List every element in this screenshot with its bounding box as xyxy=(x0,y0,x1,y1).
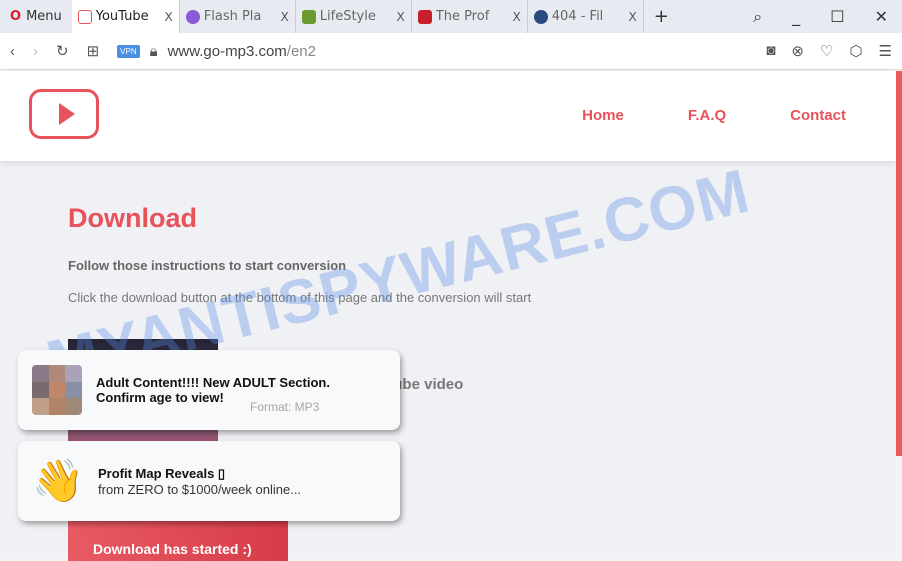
close-tab-icon[interactable]: X xyxy=(629,10,637,24)
opera-logo-icon: O xyxy=(10,9,22,24)
heart-icon[interactable]: ♡ xyxy=(820,42,833,60)
back-icon[interactable]: ‹ xyxy=(10,43,15,60)
notification-profit[interactable]: 👋 Profit Map Reveals ▯ from ZERO to $1000… xyxy=(18,441,400,521)
leaf-icon xyxy=(301,9,316,24)
adblock-icon[interactable]: ⊗ xyxy=(791,42,804,60)
tab-youtube[interactable]: YouTube X xyxy=(71,0,180,33)
pixelated-image-icon xyxy=(32,365,82,415)
download-button[interactable]: Download has started :) xyxy=(68,521,288,561)
opera-menu[interactable]: O Menu xyxy=(0,0,72,33)
forward-icon[interactable]: › xyxy=(33,43,38,60)
waving-hand-icon: 👋 xyxy=(32,456,85,504)
notification-adult[interactable]: Adult Content!!!! New ADULT Section. Conf… xyxy=(18,350,400,430)
cart-icon xyxy=(417,9,432,24)
play-icon xyxy=(185,9,200,24)
tab-404[interactable]: 404 - Fil X xyxy=(528,0,644,33)
tab-flash[interactable]: Flash Pla X xyxy=(180,0,296,33)
lock-icon: 🔒︎ xyxy=(149,42,158,60)
format-label: Format: MP3 xyxy=(250,400,320,414)
address-bar: ‹ › ↻ ⊞ VPN 🔒︎ www.go-mp3.com/en2 ◙ ⊗ ♡ ⬡ ☰ xyxy=(0,33,902,70)
youtube-icon xyxy=(77,9,92,24)
vpn-badge[interactable]: VPN xyxy=(117,44,140,58)
page-title: Download xyxy=(68,203,197,233)
close-tab-icon[interactable]: X xyxy=(165,10,173,24)
close-tab-icon[interactable]: X xyxy=(281,10,289,24)
maximize-icon[interactable]: ☐ xyxy=(830,7,844,27)
site-logo[interactable] xyxy=(29,89,99,139)
close-tab-icon[interactable]: X xyxy=(513,10,521,24)
site-header: Home F.A.Q Contact xyxy=(0,71,896,161)
scrollbar[interactable] xyxy=(896,71,902,456)
new-tab-button[interactable]: + xyxy=(644,6,679,27)
camera-icon[interactable]: ◙ xyxy=(766,42,775,60)
settings-icon[interactable]: ☰ xyxy=(879,42,892,60)
close-tab-icon[interactable]: X xyxy=(397,10,405,24)
nav-contact[interactable]: Contact xyxy=(790,107,846,124)
reload-icon[interactable]: ↻ xyxy=(56,42,69,60)
tab-profit[interactable]: The Prof X xyxy=(412,0,528,33)
nav-faq[interactable]: F.A.Q xyxy=(688,107,726,124)
search-icon[interactable]: ⌕ xyxy=(753,7,762,27)
cube-icon[interactable]: ⬡ xyxy=(849,42,862,60)
nav-home[interactable]: Home xyxy=(582,107,624,124)
close-window-icon[interactable]: ✕ xyxy=(875,7,888,27)
url-field[interactable]: www.go-mp3.com/en2 xyxy=(168,43,316,60)
minimize-icon[interactable]: _ xyxy=(792,7,800,27)
tab-lifestyle[interactable]: LifeStyle X xyxy=(296,0,412,33)
tab-bar: O Menu YouTube X Flash Pla X LifeStyle X The… xyxy=(0,0,902,33)
bolt-icon xyxy=(533,9,548,24)
tabs-grid-icon[interactable]: ⊞ xyxy=(87,42,100,60)
